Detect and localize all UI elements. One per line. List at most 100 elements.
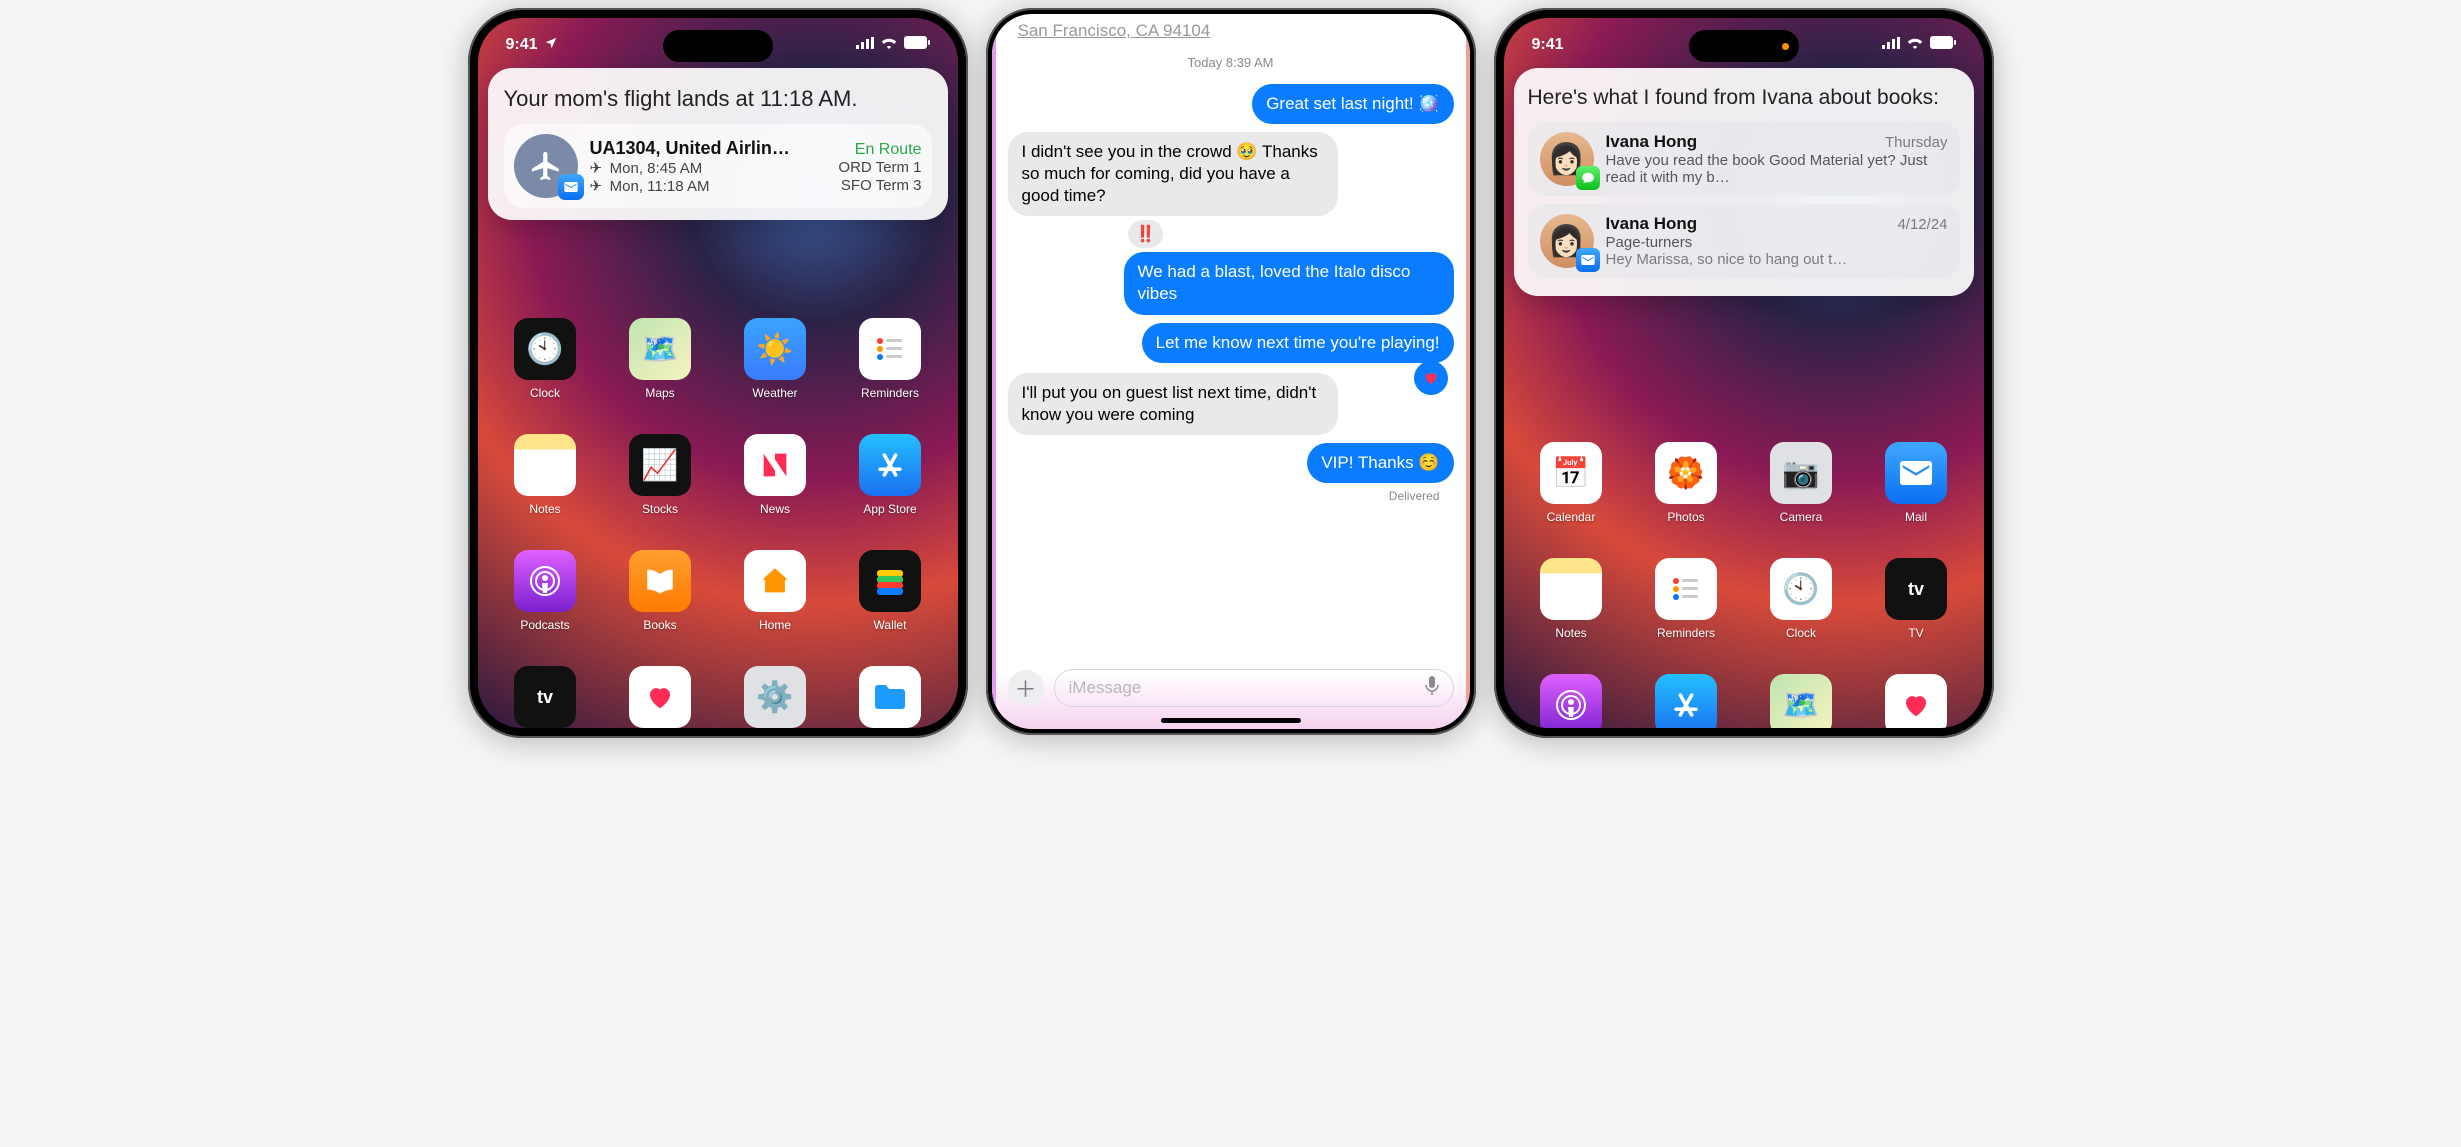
- siri-search-card[interactable]: Here's what I found from Ivana about boo…: [1514, 68, 1974, 296]
- message-thread[interactable]: Great set last night! 🪩 I didn't see you…: [996, 76, 1466, 503]
- search-result-mail[interactable]: 👩🏻 Ivana Hong 4/12/24 Page-turners Hey M…: [1528, 204, 1960, 278]
- books-icon: [629, 550, 691, 612]
- app-calendar[interactable]: 📅Calendar: [1524, 442, 1619, 524]
- message-placeholder: iMessage: [1069, 678, 1142, 698]
- app-books[interactable]: Books: [613, 550, 708, 632]
- message-sent[interactable]: We had a blast, loved the Italo disco vi…: [1124, 252, 1454, 314]
- tapback-heart[interactable]: [1414, 361, 1448, 395]
- mail-icon: [1885, 442, 1947, 504]
- flight-info: UA1304, United Airlin… En Route ✈︎ Mon, …: [590, 138, 922, 195]
- clock-icon: 🕙: [514, 318, 576, 380]
- message-received[interactable]: I'll put you on guest list next time, di…: [1008, 373, 1338, 435]
- app-home[interactable]: Home: [728, 550, 823, 632]
- app-health[interactable]: Health: [1869, 674, 1964, 728]
- home-app-grid: 🕙Clock 🗺️Maps ☀️Weather Reminders Notes …: [498, 318, 938, 728]
- status-time: 9:41: [1532, 36, 1564, 54]
- app-stocks[interactable]: 📈Stocks: [613, 434, 708, 516]
- tv-icon: tv: [514, 666, 576, 728]
- result-subject: Page-turners: [1606, 234, 1948, 251]
- app-files[interactable]: Files: [843, 666, 938, 728]
- messages-screen: San Francisco, CA 94104 Today 8:39 AM Gr…: [992, 14, 1470, 729]
- photos-icon: 🏵️: [1655, 442, 1717, 504]
- dynamic-island: [1689, 30, 1799, 62]
- result-preview: Have you read the book Good Material yet…: [1606, 152, 1948, 186]
- mail-mini-badge-icon: [1576, 248, 1600, 272]
- appstore-icon: [1655, 674, 1717, 728]
- app-clock[interactable]: 🕙Clock: [1754, 558, 1849, 640]
- flight-departure-terminal: ORD Term 1: [838, 159, 921, 177]
- delivery-status: Delivered: [1008, 489, 1454, 503]
- app-tv[interactable]: tvTV: [498, 666, 593, 728]
- flight-number: UA1304, United Airlin…: [590, 138, 790, 159]
- podcasts-icon: [514, 550, 576, 612]
- tapback-exclaim[interactable]: ‼️: [1128, 220, 1164, 248]
- flight-card-title: Your mom's flight lands at 11:18 AM.: [504, 86, 932, 112]
- app-news[interactable]: News: [728, 434, 823, 516]
- contact-address[interactable]: San Francisco, CA 94104: [996, 20, 1466, 49]
- app-camera[interactable]: 📷Camera: [1754, 442, 1849, 524]
- siri-flight-card[interactable]: Your mom's flight lands at 11:18 AM. UA1…: [488, 68, 948, 220]
- app-notes[interactable]: Notes: [498, 434, 593, 516]
- reminders-icon: [1655, 558, 1717, 620]
- home-app-grid: 📅Calendar 🏵️Photos 📷Camera Mail Notes Re…: [1524, 442, 1964, 728]
- app-maps[interactable]: 🗺️Maps: [1754, 674, 1849, 728]
- app-clock[interactable]: 🕙Clock: [498, 318, 593, 400]
- weather-icon: ☀️: [744, 318, 806, 380]
- calendar-icon: 📅: [1540, 442, 1602, 504]
- flight-details-row[interactable]: UA1304, United Airlin… En Route ✈︎ Mon, …: [504, 124, 932, 208]
- health-icon: [629, 666, 691, 728]
- app-mail[interactable]: Mail: [1869, 442, 1964, 524]
- app-appstore[interactable]: App Store: [1639, 674, 1734, 728]
- app-podcasts[interactable]: Podcasts: [1524, 674, 1619, 728]
- dictation-icon[interactable]: [1425, 676, 1439, 701]
- app-settings[interactable]: ⚙️Settings: [728, 666, 823, 728]
- app-health[interactable]: Health: [613, 666, 708, 728]
- tv-icon: tv: [1885, 558, 1947, 620]
- flight-departure: ✈︎ Mon, 8:45 AM: [590, 159, 703, 177]
- compose-plus-button[interactable]: ＋: [1008, 670, 1044, 706]
- app-wallet[interactable]: Wallet: [843, 550, 938, 632]
- message-sent[interactable]: Great set last night! 🪩: [1252, 84, 1453, 124]
- message-sent[interactable]: VIP! Thanks ☺️: [1307, 443, 1453, 483]
- phone-left-screen: 9:41 Your mom's flight lands at 11:18 AM…: [478, 18, 958, 728]
- notes-icon: [1540, 558, 1602, 620]
- result-preview: Hey Marissa, so nice to hang out t…: [1606, 251, 1948, 268]
- mail-mini-badge-icon: [558, 174, 584, 200]
- siri-search-title: Here's what I found from Ivana about boo…: [1528, 84, 1960, 112]
- phone-right-frame: 9:41 Here's what I found from Ivana abou…: [1494, 8, 1994, 738]
- app-tv[interactable]: tvTV: [1869, 558, 1964, 640]
- result-name: Ivana Hong: [1606, 214, 1698, 234]
- recording-indicator-icon: [1782, 43, 1789, 50]
- message-received[interactable]: I didn't see you in the crowd 🥹 Thanks s…: [1008, 132, 1338, 216]
- cellular-icon: [856, 36, 874, 54]
- message-input[interactable]: iMessage: [1054, 669, 1454, 707]
- message-sent[interactable]: Let me know next time you're playing!: [1142, 323, 1454, 363]
- battery-icon: [1930, 36, 1956, 54]
- settings-icon: ⚙️: [744, 666, 806, 728]
- notes-icon: [514, 434, 576, 496]
- compose-bar: ＋ iMessage: [1008, 669, 1454, 707]
- flight-badge: [514, 134, 578, 198]
- app-maps[interactable]: 🗺️Maps: [613, 318, 708, 400]
- home-indicator[interactable]: [1161, 718, 1301, 723]
- app-notes[interactable]: Notes: [1524, 558, 1619, 640]
- flight-status: En Route: [855, 141, 922, 159]
- podcasts-icon: [1540, 674, 1602, 728]
- wifi-icon: [880, 36, 898, 54]
- app-podcasts[interactable]: Podcasts: [498, 550, 593, 632]
- messages-mini-badge-icon: [1576, 166, 1600, 190]
- location-icon: [544, 36, 558, 55]
- avatar: 👩🏻: [1540, 214, 1594, 268]
- stocks-icon: 📈: [629, 434, 691, 496]
- app-photos[interactable]: 🏵️Photos: [1639, 442, 1734, 524]
- search-result-message[interactable]: 👩🏻 Ivana Hong Thursday Have you read the…: [1528, 122, 1960, 196]
- app-reminders[interactable]: Reminders: [1639, 558, 1734, 640]
- app-reminders[interactable]: Reminders: [843, 318, 938, 400]
- wifi-icon: [1906, 36, 1924, 54]
- phone-middle-frame: San Francisco, CA 94104 Today 8:39 AM Gr…: [986, 8, 1476, 735]
- health-icon: [1885, 674, 1947, 728]
- app-appstore[interactable]: App Store: [843, 434, 938, 516]
- app-weather[interactable]: ☀️Weather: [728, 318, 823, 400]
- result-date: 4/12/24: [1897, 216, 1947, 233]
- appstore-icon: [859, 434, 921, 496]
